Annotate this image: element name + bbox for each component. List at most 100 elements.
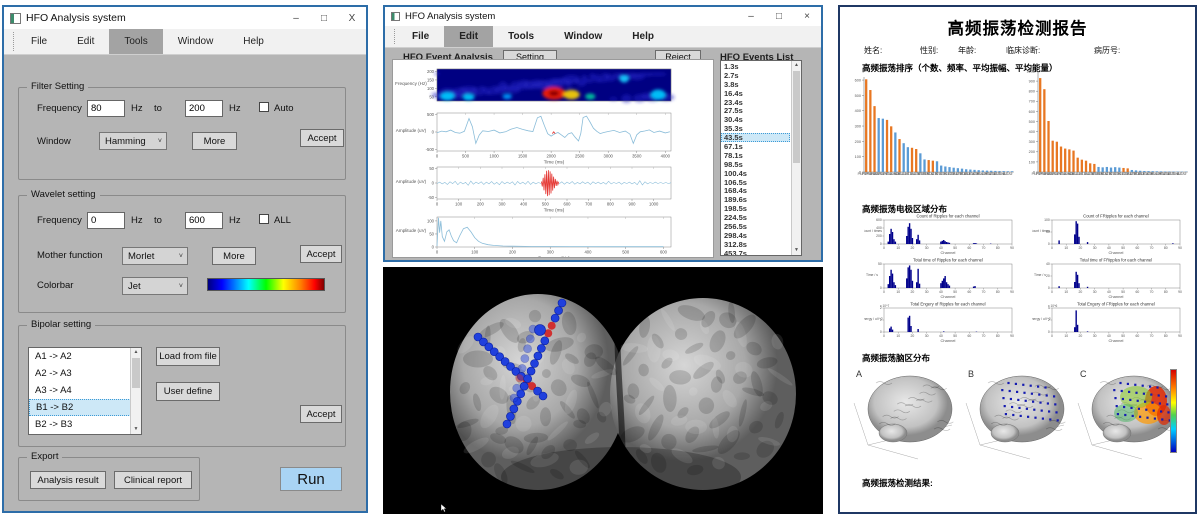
minimize-button[interactable]: – <box>737 11 765 22</box>
user-define-button[interactable]: User define <box>156 382 220 401</box>
svg-text:500: 500 <box>1029 120 1035 124</box>
bipolar-list-item[interactable]: A1 -> A2 <box>29 348 141 365</box>
bipolar-list-item[interactable]: A2 -> A3 <box>29 365 141 382</box>
scroll-up-icon[interactable]: ▲ <box>792 61 801 70</box>
scroll-up-icon[interactable]: ▲ <box>131 348 141 357</box>
hfo-event-item[interactable]: 35.3s <box>721 124 790 133</box>
all-checkbox[interactable] <box>259 214 269 224</box>
svg-text:50: 50 <box>878 262 882 266</box>
wavelet-freq-from-input[interactable] <box>87 212 125 229</box>
close-button[interactable]: × <box>793 11 821 22</box>
menu-item-edit[interactable]: Edit <box>444 26 493 47</box>
svg-text:Time (ms): Time (ms) <box>544 160 565 165</box>
window-function-select[interactable]: Hamming ˅ <box>99 132 167 150</box>
filter-setting-legend: Filter Setting <box>27 81 88 92</box>
filter-more-button[interactable]: More <box>192 132 237 150</box>
hfo-event-item[interactable]: 453.7s <box>721 249 790 256</box>
bipolar-list-item[interactable]: A3 -> A4 <box>29 382 141 399</box>
mini-channel-chart: Count of Ripples for each channel0200400… <box>864 213 1016 256</box>
bipolar-listbox[interactable]: A1 -> A2A2 -> A3A3 -> A4B1 -> B2B2 -> B3… <box>28 347 142 435</box>
filter-accept-button[interactable]: Accept <box>300 129 344 147</box>
hfo-event-item[interactable]: 78.1s <box>721 151 790 160</box>
menu-item-window[interactable]: Window <box>549 26 617 47</box>
svg-text:30: 30 <box>925 334 929 338</box>
menu-item-help[interactable]: Help <box>228 29 279 54</box>
svg-text:500: 500 <box>622 250 630 255</box>
wavelet-more-button[interactable]: More <box>212 247 256 265</box>
svg-text:0: 0 <box>432 245 435 250</box>
svg-text:Total time of FRipples for eac: Total time of FRipples for each channel <box>1080 258 1152 263</box>
bipolar-list-item[interactable]: B2 -> B3 <box>29 416 141 433</box>
hfo-event-item[interactable]: 1.3s <box>721 62 790 71</box>
hfo-event-item[interactable]: 30.4s <box>721 115 790 124</box>
svg-text:0: 0 <box>436 250 439 255</box>
analysis-result-button[interactable]: Analysis result <box>30 471 106 489</box>
svg-text:900: 900 <box>1029 80 1035 84</box>
filter-freq-from-input[interactable] <box>87 100 125 117</box>
hfo-event-item[interactable]: 256.5s <box>721 222 790 231</box>
events-scrollbar[interactable]: ▲ ▼ <box>791 61 801 255</box>
menu-item-tools[interactable]: Tools <box>109 29 162 54</box>
svg-text:1000: 1000 <box>649 202 659 207</box>
hfo-event-item[interactable]: 168.4s <box>721 186 790 195</box>
hfo-event-item[interactable]: 16.4s <box>721 89 790 98</box>
menu-item-help[interactable]: Help <box>617 26 669 47</box>
scrollbar-thumb[interactable] <box>132 358 140 388</box>
svg-text:70: 70 <box>1150 334 1154 338</box>
svg-text:800: 800 <box>1029 90 1035 94</box>
hfo-event-item[interactable]: 67.1s <box>721 142 790 151</box>
hfo-event-item[interactable]: 298.4s <box>721 231 790 240</box>
svg-text:90: 90 <box>1010 290 1014 294</box>
auto-checkbox[interactable] <box>259 102 269 112</box>
hfo-event-item[interactable]: 3.8s <box>721 80 790 89</box>
hfo-event-item[interactable]: 189.6s <box>721 195 790 204</box>
minimize-button[interactable]: – <box>282 13 310 24</box>
hfo-event-item[interactable]: 27.5s <box>721 106 790 115</box>
wavelet-accept-button[interactable]: Accept <box>300 245 342 263</box>
hfo-event-item[interactable]: 224.5s <box>721 213 790 222</box>
menu-item-file[interactable]: File <box>397 26 444 47</box>
menu-item-window[interactable]: Window <box>163 29 229 54</box>
wavelet-freq-to-input[interactable] <box>185 212 223 229</box>
colorbar-select[interactable]: Jet ˅ <box>122 277 188 295</box>
filter-freq-to-input[interactable] <box>185 100 223 117</box>
svg-text:Channel: Channel <box>941 250 956 255</box>
menu-item-tools[interactable]: Tools <box>493 26 549 47</box>
bipolar-scrollbar[interactable]: ▲▼ <box>130 348 141 434</box>
clinical-report-button[interactable]: Clinical report <box>114 471 192 489</box>
svg-text:3500: 3500 <box>632 154 642 159</box>
svg-text:10: 10 <box>1064 246 1068 250</box>
menu-item-file[interactable]: File <box>16 29 62 54</box>
close-button[interactable]: X <box>338 13 366 24</box>
scroll-down-icon[interactable]: ▼ <box>792 246 801 255</box>
svg-text:0: 0 <box>880 242 882 246</box>
hfo-event-item[interactable]: 43.5s <box>721 133 790 142</box>
svg-text:A: A <box>856 369 862 379</box>
hfo-event-item[interactable]: 23.4s <box>721 98 790 107</box>
scrollbar-thumb[interactable] <box>793 71 800 163</box>
scroll-down-icon[interactable]: ▼ <box>131 425 141 434</box>
hfo-event-item[interactable]: 100.4s <box>721 169 790 178</box>
mini-channel-chart: Total time of FRipples for each channel0… <box>1032 257 1184 300</box>
svg-text:10: 10 <box>1064 290 1068 294</box>
hfo-event-item[interactable]: 98.5s <box>721 160 790 169</box>
middle-menubar: FileEditToolsWindowHelp <box>385 26 821 48</box>
hfo-event-item[interactable]: 312.8s <box>721 240 790 249</box>
svg-text:Total Engery of FRipples for e: Total Engery of FRipples for each channe… <box>1077 302 1155 307</box>
bipolar-list-item[interactable]: B1 -> B2 <box>29 399 141 416</box>
menu-item-edit[interactable]: Edit <box>62 29 109 54</box>
hfo-event-item[interactable]: 2.7s <box>721 71 790 80</box>
hfo-event-item[interactable]: 106.5s <box>721 178 790 187</box>
load-from-file-button[interactable]: Load from file <box>156 347 220 366</box>
run-button[interactable]: Run <box>280 467 342 491</box>
hfo-event-item[interactable]: 198.5s <box>721 204 790 213</box>
bipolar-accept-button[interactable]: Accept <box>300 405 342 423</box>
mother-function-select[interactable]: Morlet ˅ <box>122 247 188 265</box>
hfo-events-listbox[interactable]: 1.3s2.7s3.8s16.4s23.4s27.5s30.4s35.3s43.… <box>720 60 802 256</box>
brain-3d-viewport[interactable] <box>383 267 823 514</box>
svg-text:400: 400 <box>1029 130 1035 134</box>
maximize-button[interactable]: □ <box>765 11 793 22</box>
svg-text:60: 60 <box>967 290 971 294</box>
maximize-button[interactable]: □ <box>310 13 338 24</box>
svg-text:100: 100 <box>427 218 435 223</box>
